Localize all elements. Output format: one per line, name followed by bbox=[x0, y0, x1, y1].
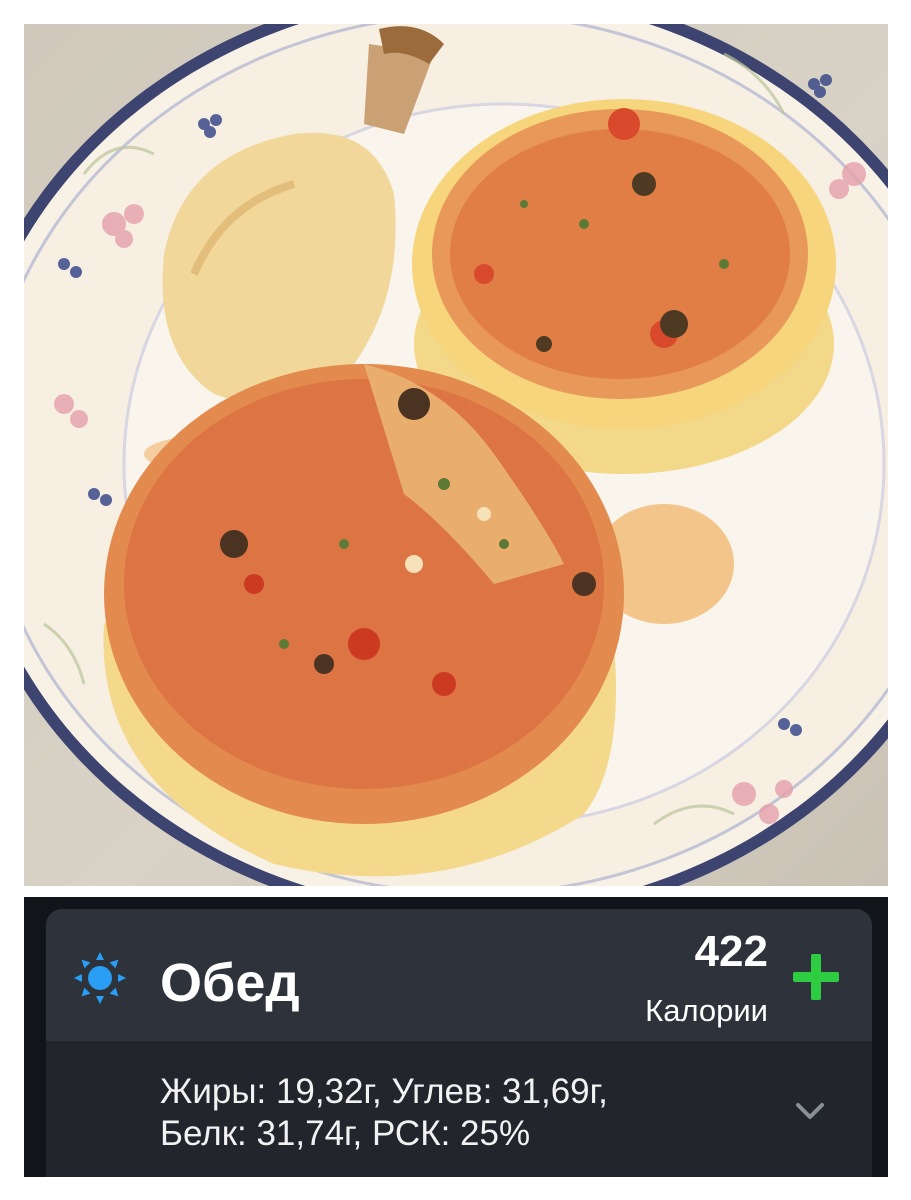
meal-panel: Обед 422 Калории Жиры: 19,32г, Углев: 31… bbox=[24, 897, 888, 1177]
add-food-button[interactable] bbox=[788, 949, 844, 1005]
macros-line-1: Жиры: 19,32г, Углев: 31,69г, bbox=[160, 1072, 608, 1111]
calories-value: 422 bbox=[694, 927, 768, 976]
meal-card-header: Обед 422 Калории bbox=[46, 909, 872, 1041]
plus-icon bbox=[793, 954, 839, 1000]
meal-photo bbox=[24, 24, 888, 886]
macros-summary: Жиры: 19,32г, Углев: 31,69г, Белк: 31,74… bbox=[160, 1071, 760, 1155]
meal-title: Обед bbox=[160, 953, 300, 1013]
meal-card-details: Жиры: 19,32г, Углев: 31,69г, Белк: 31,74… bbox=[46, 1041, 872, 1177]
sun-icon bbox=[74, 952, 126, 1004]
meal-card[interactable]: Обед 422 Калории Жиры: 19,32г, Углев: 31… bbox=[46, 909, 872, 1177]
calories-label: Калории bbox=[645, 993, 768, 1028]
chevron-down-icon[interactable] bbox=[794, 1099, 826, 1123]
macros-line-2: Белк: 31,74г, РСК: 25% bbox=[160, 1114, 531, 1153]
